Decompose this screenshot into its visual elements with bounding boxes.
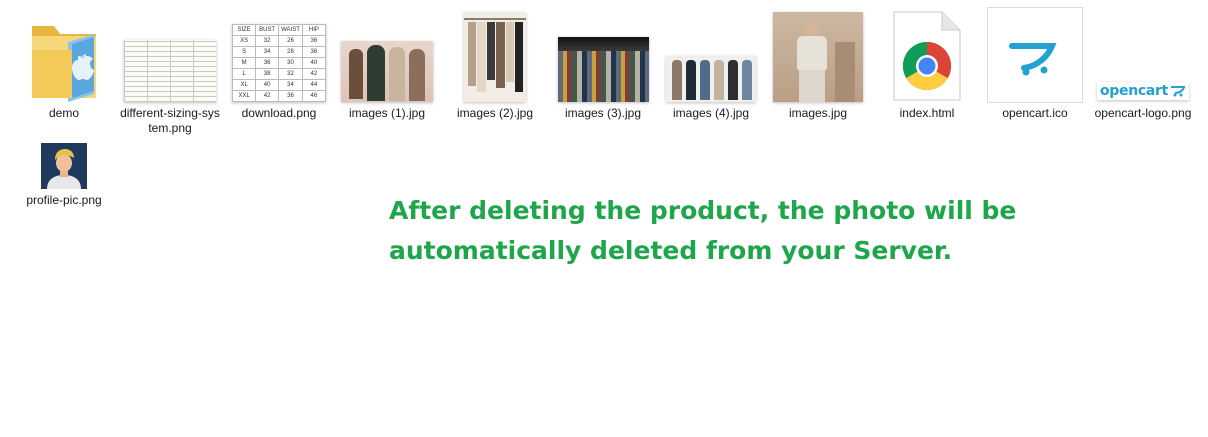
table-cell: 42 [301, 68, 326, 80]
table-cell: 36 [301, 35, 326, 47]
file-profile-pic[interactable]: profile-pic.png [11, 93, 117, 208]
table-cell: XS [232, 35, 257, 47]
file-name: images (1).jpg [348, 106, 426, 120]
file-name: images (4).jpg [672, 106, 750, 120]
file-images-3[interactable]: images (3).jpg [550, 6, 656, 121]
table-cell: 40 [255, 79, 280, 91]
size-header: SIZE [232, 24, 257, 36]
profile-avatar-thumbnail [11, 93, 117, 189]
file-name: images (3).jpg [564, 106, 642, 120]
folder-icon [11, 6, 117, 102]
size-chart-thumbnail [117, 6, 223, 102]
file-name: opencart.ico [1002, 106, 1068, 120]
table-cell: 32 [255, 35, 280, 47]
size-table-thumbnail: SIZE BUST WAIST HIP XS 32 26 36 S 34 28 38 M 36… [226, 6, 332, 102]
file-different-sizing-system[interactable]: different-sizing-system.png [117, 6, 223, 136]
table-cell: XL [232, 79, 257, 91]
file-name: different-sizing-system.png [120, 106, 220, 135]
table-cell: 40 [301, 57, 326, 69]
waist-header: WAIST [278, 24, 303, 36]
model-photo-thumbnail [765, 6, 871, 102]
table-cell: 44 [301, 79, 326, 91]
file-images-2[interactable]: images (2).jpg [442, 6, 548, 121]
table-cell: XXL [232, 90, 257, 102]
table-cell: 34 [255, 46, 280, 58]
clothes-rack-photo-thumbnail [442, 6, 548, 102]
bust-header: BUST [255, 24, 280, 36]
table-cell: 42 [255, 90, 280, 102]
note-line-1: After deleting the product, the photo wi… [389, 196, 1017, 225]
file-index-html[interactable]: index.html [874, 6, 980, 121]
table-cell: 34 [278, 79, 303, 91]
file-images[interactable]: images.jpg [765, 6, 871, 121]
chrome-html-icon [874, 6, 980, 102]
clothing-store-photo-thumbnail [550, 6, 656, 102]
table-cell: S [232, 46, 257, 58]
fashion-photo-thumbnail [334, 6, 440, 102]
table-cell: 38 [301, 46, 326, 58]
table-cell: 36 [278, 90, 303, 102]
file-name: profile-pic.png [26, 193, 102, 207]
note-line-2: automatically deleted from your Server. [389, 236, 953, 265]
table-cell: 26 [278, 35, 303, 47]
file-name: images.jpg [788, 106, 848, 120]
table-cell: 46 [301, 90, 326, 102]
file-name: images (2).jpg [456, 106, 534, 120]
table-cell: L [232, 68, 257, 80]
table-cell: 30 [278, 57, 303, 69]
opencart-logo-thumbnail: opencart [1090, 6, 1196, 102]
file-opencart-ico[interactable]: opencart.ico [982, 6, 1088, 121]
table-cell: 28 [278, 46, 303, 58]
file-images-4[interactable]: images (4).jpg [658, 6, 764, 121]
opencart-logo-text: opencart [1099, 83, 1169, 99]
file-name: download.png [241, 106, 317, 120]
table-cell: M [232, 57, 257, 69]
file-name: index.html [899, 106, 955, 120]
hip-header: HIP [301, 24, 326, 36]
models-photo-thumbnail [658, 6, 764, 102]
opencart-icon [982, 6, 1088, 103]
table-cell: 32 [278, 68, 303, 80]
table-cell: 38 [255, 68, 280, 80]
file-name: opencart-logo.png [1094, 106, 1192, 120]
file-opencart-logo[interactable]: opencart opencart-logo.png [1090, 6, 1196, 121]
deletion-note: After deleting the product, the photo wi… [389, 191, 1029, 271]
table-cell: 36 [255, 57, 280, 69]
file-images-1[interactable]: images (1).jpg [334, 6, 440, 121]
file-download[interactable]: SIZE BUST WAIST HIP XS 32 26 36 S 34 28 38 M 36… [226, 6, 332, 121]
